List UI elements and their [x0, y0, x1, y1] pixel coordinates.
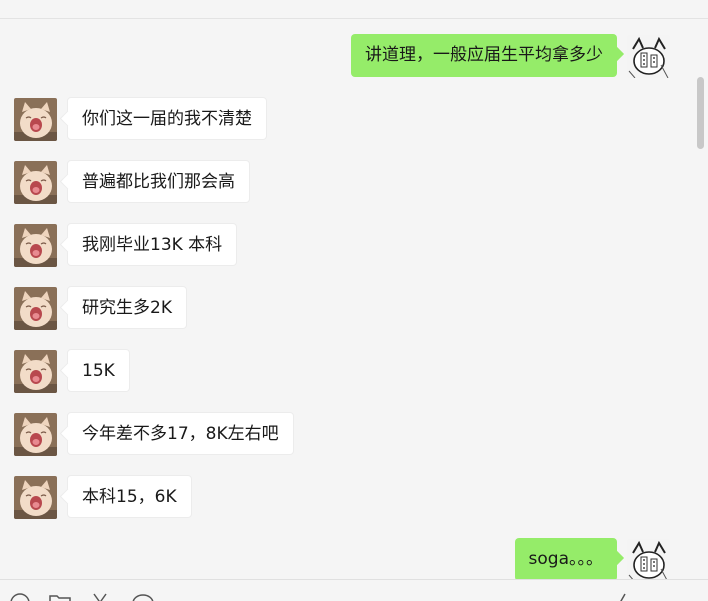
cat-yawning-avatar[interactable] — [14, 161, 57, 204]
message-bubble[interactable]: 讲道理，一般应届生平均拿多少 — [351, 34, 617, 77]
message-incoming: 你们这一届的我不清楚 — [0, 97, 708, 142]
chat-message-list[interactable]: 讲道理，一般应届生平均拿多少 你们这一届的我不清楚 普遍都比我们那会高 我刚毕业… — [0, 19, 708, 579]
message-bubble[interactable]: 研究生多2K — [67, 286, 187, 329]
cat-yawning-avatar[interactable] — [14, 413, 57, 456]
chat-history-icon[interactable] — [131, 592, 155, 601]
cat-yawning-avatar[interactable] — [14, 98, 57, 141]
microphone-icon[interactable] — [611, 592, 631, 601]
cat-yawning-avatar[interactable] — [14, 224, 57, 267]
scissors-icon[interactable] — [90, 592, 110, 601]
message-bubble[interactable]: 本科15，6K — [67, 475, 192, 518]
input-toolbar — [0, 580, 708, 601]
message-bubble[interactable]: 普遍都比我们那会高 — [67, 160, 250, 203]
folder-icon[interactable] — [48, 592, 72, 601]
message-incoming: 今年差不多17，8K左右吧 — [0, 412, 708, 457]
message-outgoing: soga。。。 — [0, 537, 708, 579]
message-bubble[interactable]: 我刚毕业13K 本科 — [67, 223, 238, 266]
message-bubble[interactable]: 15K — [67, 349, 130, 392]
manga-cat-avatar[interactable] — [627, 35, 670, 78]
emoji-icon[interactable] — [9, 592, 31, 601]
message-bubble[interactable]: soga。。。 — [514, 538, 617, 579]
manga-cat-avatar[interactable] — [627, 539, 670, 579]
cat-yawning-avatar[interactable] — [14, 476, 57, 519]
message-incoming: 研究生多2K — [0, 286, 708, 331]
chat-scrollbar[interactable] — [697, 77, 704, 149]
message-bubble[interactable]: 你们这一届的我不清楚 — [67, 97, 267, 140]
message-incoming: 普遍都比我们那会高 — [0, 160, 708, 205]
message-outgoing: 讲道理，一般应届生平均拿多少 — [0, 19, 708, 79]
message-incoming: 15K — [0, 349, 708, 394]
cat-yawning-avatar[interactable] — [14, 350, 57, 393]
cat-yawning-avatar[interactable] — [14, 287, 57, 330]
message-incoming: 本科15，6K — [0, 475, 708, 520]
message-bubble[interactable]: 今年差不多17，8K左右吧 — [67, 412, 294, 455]
message-incoming: 我刚毕业13K 本科 — [0, 223, 708, 268]
